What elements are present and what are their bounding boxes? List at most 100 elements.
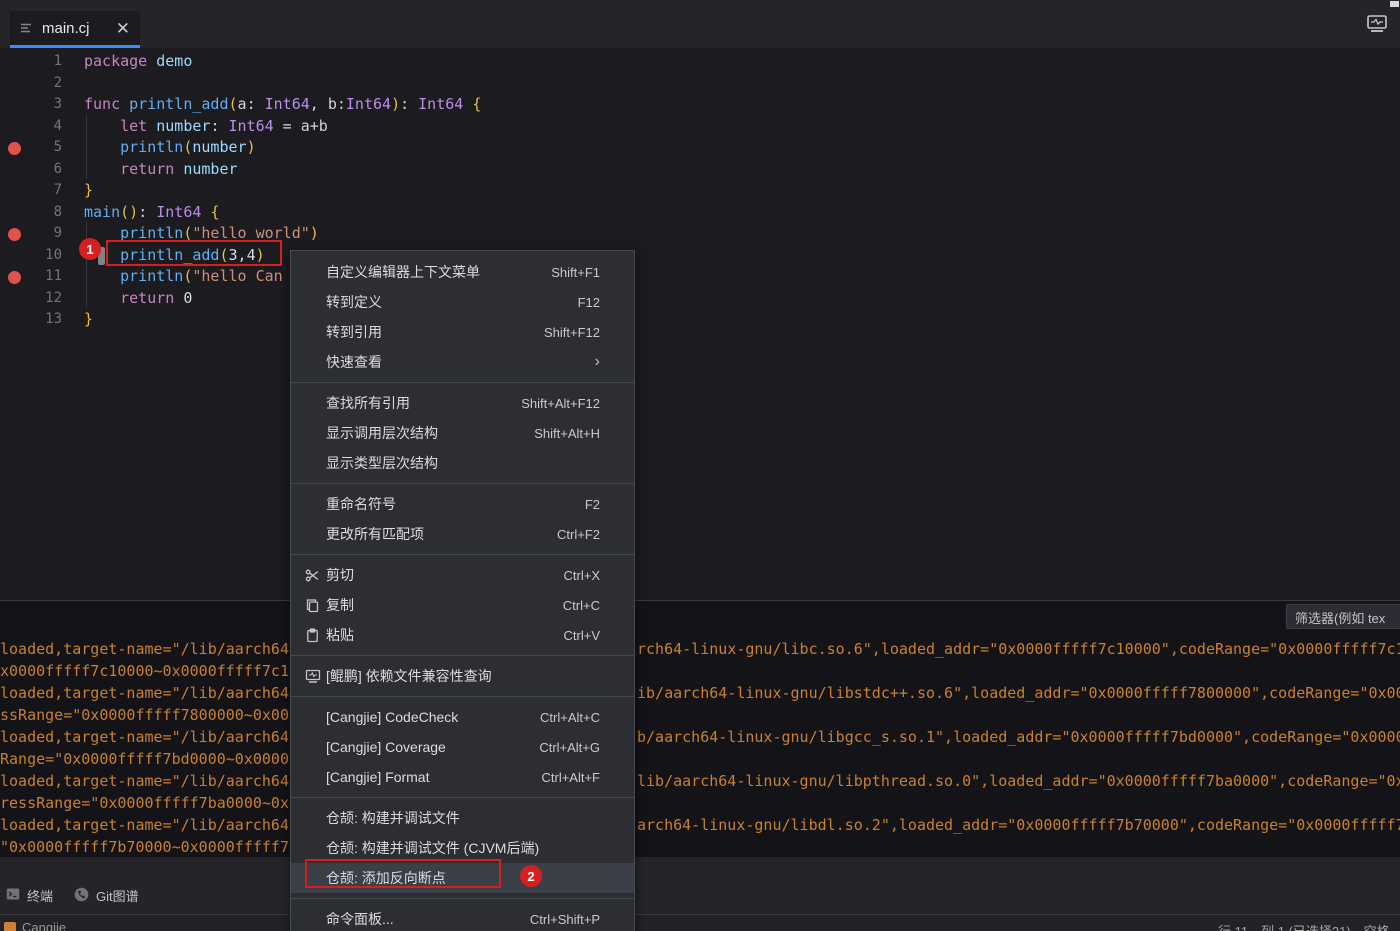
panel-tab-terminal[interactable]: 终端	[6, 886, 53, 905]
git-graph-icon	[74, 887, 89, 905]
breakpoint-dot-line-5[interactable]	[8, 141, 21, 155]
terminal-output-row: x0000fffff7c10000~0x0000fffff7c10	[0, 662, 299, 680]
annotation-box-2	[305, 859, 501, 888]
status-cursor-position[interactable]: 行 11，列 1 (已选择21)，空格	[1218, 921, 1390, 931]
menu-item[interactable]: 粘贴 Ctrl+V	[291, 620, 634, 650]
panel-tab-bar: 终端 Git图谱	[0, 857, 1400, 914]
menu-item-label: 仓颉: 构建并调试文件 (CJVM后端)	[326, 840, 540, 856]
menu-item-label: 粘贴	[326, 627, 354, 643]
menu-item[interactable]: 显示调用层次结构 Shift+Alt+H	[291, 418, 634, 448]
code-line-5[interactable]: println(number)	[84, 137, 481, 159]
menu-item[interactable]: [Cangjie] Format Ctrl+Alt+F	[291, 762, 634, 792]
terminal-output-row: loaded,target-name="/lib/aarch64- ib/aarc…	[0, 684, 1400, 702]
code-line-4[interactable]: let number: Int64 = a+b	[84, 116, 481, 138]
menu-item[interactable]: 更改所有匹配项 Ctrl+F2	[291, 519, 634, 549]
menu-item-shortcut: Shift+F1	[551, 264, 600, 280]
menu-item-label: 复制	[326, 597, 354, 613]
menu-separator	[291, 797, 634, 798]
status-bar: Cangjie 行 11，列 1 (已选择21)，空格	[0, 914, 1400, 931]
breakpoint-dot-line-11[interactable]	[8, 270, 21, 284]
menu-item-shortcut: Shift+F12	[543, 324, 600, 340]
menu-item-shortcut: Ctrl+Alt+G	[539, 739, 600, 755]
code-line-6[interactable]: return number	[84, 159, 481, 181]
code-line-3[interactable]: func println_add(a: Int64, b:Int64): Int…	[84, 94, 481, 116]
tab-bar: main.cj ✕	[0, 0, 1400, 48]
scrollbar-thumb[interactable]	[1390, 1, 1399, 7]
menu-item-label: [鲲鹏] 依赖文件兼容性查询	[326, 668, 492, 684]
code-line-8[interactable]: main(): Int64 {	[84, 202, 481, 224]
terminal-icon	[6, 887, 20, 904]
breakpoint-dot-line-9[interactable]	[8, 227, 21, 241]
menu-item-shortcut: F12	[577, 294, 600, 310]
menu-item[interactable]: 仓颉: 构建并调试文件	[291, 803, 634, 833]
cangjie-file-icon	[20, 21, 34, 35]
tab-main-cj[interactable]: main.cj ✕	[10, 11, 140, 48]
line-number: 10	[45, 246, 62, 263]
menu-item[interactable]: 自定义编辑器上下文菜单 Shift+F1	[291, 257, 634, 287]
menu-separator	[291, 382, 634, 383]
code-line-7[interactable]: }	[84, 180, 481, 202]
menu-separator	[291, 655, 634, 656]
menu-separator	[291, 483, 634, 484]
menu-item-shortcut: F2	[584, 496, 600, 512]
scissors-icon	[305, 568, 326, 583]
menu-item-label: [Cangjie] Coverage	[326, 739, 446, 755]
menu-item[interactable]: [鲲鹏] 依赖文件兼容性查询	[291, 661, 634, 691]
line-number: 6	[53, 160, 62, 177]
code-editor[interactable]: 1 2 3 4 5 6 7 8 9 10 11 12 13 package demo func print…	[0, 48, 1400, 600]
menu-item-label: 自定义编辑器上下文菜单	[326, 264, 480, 280]
line-number: 8	[53, 203, 62, 220]
menu-item[interactable]: 转到引用 Shift+F12	[291, 317, 634, 347]
menu-item-label: [Cangjie] CodeCheck	[326, 709, 459, 725]
menu-item[interactable]: 重命名符号 F2	[291, 489, 634, 519]
menu-item-label: 转到引用	[326, 324, 382, 340]
menu-item-label: [Cangjie] Format	[326, 769, 430, 785]
terminal-output-row: ressRange="0x0000fffff7ba0000~0x0	[0, 794, 299, 812]
menu-item-label: 更改所有匹配项	[326, 526, 424, 542]
copy-icon	[305, 598, 326, 613]
terminal-output-row: ssRange="0x0000fffff7800000~0x000	[0, 706, 299, 724]
menu-separator	[291, 696, 634, 697]
kunpeng-monitor-icon[interactable]	[1366, 14, 1388, 34]
terminal-filter-input[interactable]: 筛选器(例如 tex	[1286, 604, 1400, 629]
menu-item-label: 查找所有引用	[326, 395, 410, 411]
monitor-icon	[305, 669, 326, 684]
menu-item[interactable]: 查找所有引用 Shift+Alt+F12	[291, 388, 634, 418]
cangjie-status-icon	[4, 921, 16, 931]
panel-tab-label: 终端	[27, 889, 54, 904]
menu-item-shortcut: Ctrl+Alt+F	[541, 769, 600, 785]
status-cangjie[interactable]: Cangjie	[4, 920, 66, 931]
annotation-step-2: 2	[520, 865, 542, 887]
submenu-chevron-icon: ›	[594, 353, 600, 370]
menu-item-shortcut: Ctrl+V	[563, 627, 600, 643]
menu-item[interactable]: [Cangjie] CodeCheck Ctrl+Alt+C	[291, 702, 634, 732]
paste-icon	[305, 627, 326, 643]
menu-item-shortcut: Shift+Alt+F12	[521, 395, 600, 411]
menu-item[interactable]: 复制 Ctrl+C	[291, 590, 634, 620]
menu-item-shortcut: Shift+Alt+H	[534, 425, 600, 441]
menu-item-label: 显示类型层次结构	[326, 455, 438, 471]
code-line-1[interactable]: package demo	[84, 51, 481, 73]
editor-context-menu: 自定义编辑器上下文菜单 Shift+F1 转到定义 F12 转到引用 Shift+F12 快…	[290, 250, 635, 931]
menu-item-label: 显示调用层次结构	[326, 425, 438, 441]
close-icon[interactable]: ✕	[116, 20, 130, 37]
menu-item-shortcut: Ctrl+Shift+P	[529, 911, 600, 927]
line-number: 1	[53, 53, 62, 69]
menu-item-shortcut: Ctrl+Alt+C	[540, 709, 600, 725]
menu-item[interactable]: 显示类型层次结构	[291, 448, 634, 478]
menu-item[interactable]: 快速查看 ›	[291, 347, 634, 377]
panel-tab-git-graph[interactable]: Git图谱	[74, 886, 139, 905]
line-number: 13	[45, 311, 62, 327]
menu-item[interactable]: [Cangjie] Coverage Ctrl+Alt+G	[291, 732, 634, 762]
line-number: 7	[53, 182, 62, 198]
code-line-2[interactable]	[84, 73, 481, 95]
menu-item-label: 剪切	[326, 567, 354, 583]
menu-separator	[291, 898, 634, 899]
ide-window: main.cj ✕ 1 2 3 4 5 6 7 8 9 10 11 12 13 package demo…	[0, 0, 1400, 931]
tab-title: main.cj	[42, 19, 90, 37]
menu-separator	[291, 554, 634, 555]
menu-item[interactable]: 剪切 Ctrl+X	[291, 560, 634, 590]
terminal-output-row: loaded,target-name="/lib/aarch64- lib/aar…	[0, 772, 1400, 790]
menu-item[interactable]: 命令面板... Ctrl+Shift+P	[291, 904, 634, 931]
menu-item[interactable]: 转到定义 F12	[291, 287, 634, 317]
